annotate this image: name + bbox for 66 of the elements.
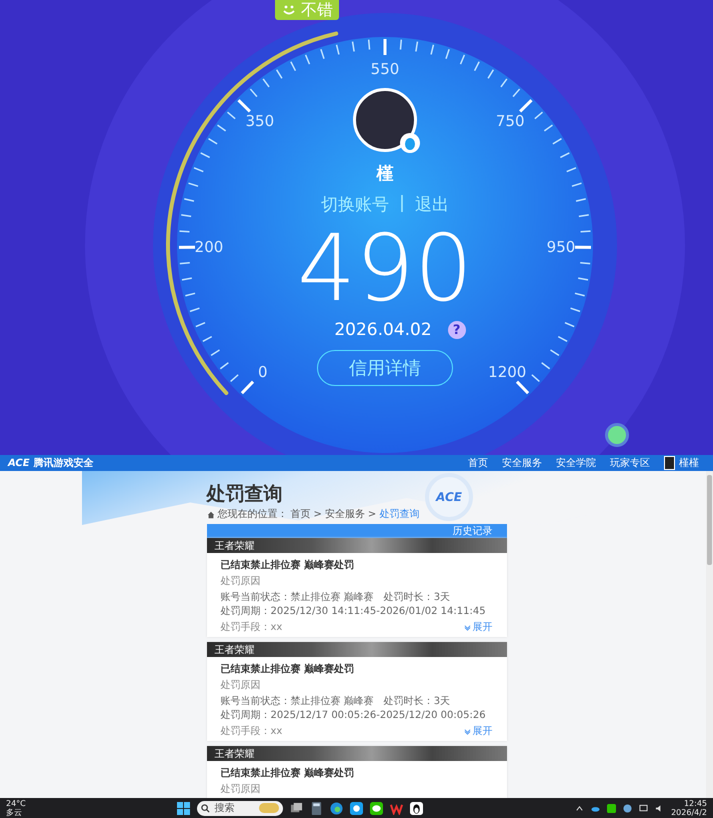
scale-label: 750 (496, 112, 524, 130)
taskbar-search-field[interactable]: 搜索 (197, 800, 284, 816)
scale-label: 550 (370, 60, 400, 78)
browser-icon[interactable] (330, 802, 344, 814)
penalty-period: 处罚周期：2025/12/17 00:05:26-2025/12/20 00:05:26 (220, 708, 486, 722)
penalty-method: 处罚手段：xx (220, 724, 282, 738)
chevron-down-icon (464, 728, 470, 734)
windows-start-icon[interactable] (177, 802, 190, 814)
display-icon[interactable] (639, 804, 648, 812)
expand-link[interactable]: 展开 (464, 620, 492, 634)
breadcrumb-prefix: 您现在的位置： (218, 509, 288, 521)
clock-date: 2026/4/2 (671, 808, 708, 817)
task-view-icon[interactable] (290, 802, 304, 814)
account-status: 账号当前状态：禁止排位赛 巅峰赛 (220, 590, 374, 604)
reason-label: 处罚原因 (220, 574, 262, 588)
breadcrumb-link[interactable]: 首页 (290, 509, 310, 521)
breadcrumb-separator: > (314, 509, 322, 521)
site-name: 腾讯游戏安全 (34, 456, 94, 470)
penalty-duration: 处罚时长：3天 (384, 590, 450, 604)
nav-link[interactable]: 玩家专区 (610, 456, 650, 470)
game-name: 王者荣耀 (214, 540, 254, 552)
account-status: 账号当前状态：禁止排位赛 巅峰赛 (220, 694, 374, 708)
credit-details-button[interactable]: 信用详情 (317, 350, 453, 386)
rating-text: 不错 (301, 0, 333, 20)
credit-score: 490 (297, 226, 473, 312)
nav-link[interactable]: 安全服务 (502, 456, 542, 470)
game-name: 王者荣耀 (214, 644, 254, 656)
chat-app-icon[interactable] (350, 802, 364, 814)
record-title: 已结束禁止排位赛 巅峰赛处罚 (220, 766, 355, 780)
search-icon (201, 804, 210, 812)
reason-label: 处罚原因 (220, 782, 262, 796)
record-title: 已结束禁止排位赛 巅峰赛处罚 (220, 558, 355, 572)
user-name[interactable]: 槿槿 (679, 456, 699, 470)
page-title: 处罚查询 (206, 483, 282, 505)
penalty-period: 处罚周期：2025/12/30 14:11:45-2026/01/02 14:11:45 (220, 604, 486, 618)
scale-label: 950 (546, 238, 576, 256)
user-name: 槿 (376, 163, 394, 185)
reason-label: 处罚原因 (220, 678, 262, 692)
scrollbar-thumb[interactable] (707, 475, 712, 565)
penalty-duration: 处罚时长：3天 (384, 694, 450, 708)
scale-label: 0 (258, 362, 268, 381)
weather-temperature: 24°C (6, 799, 26, 808)
home-icon (206, 511, 214, 519)
scale-label: 200 (194, 238, 224, 256)
clock-time: 12:45 (684, 799, 708, 808)
breadcrumb-link[interactable]: 处罚查询 (379, 509, 420, 521)
scale-label: 1200 (488, 362, 526, 381)
breadcrumb-link[interactable]: 安全服务 (324, 509, 365, 521)
nav-link[interactable]: 安全学院 (556, 456, 596, 470)
chevron-up-icon[interactable] (575, 804, 584, 812)
toolbar-link[interactable]: 历史记录 (452, 524, 492, 538)
record-title: 已结束禁止排位赛 巅峰赛处罚 (220, 662, 355, 676)
calculator-icon[interactable] (310, 802, 324, 814)
game-name: 王者荣耀 (214, 748, 254, 760)
breadcrumb-separator: > (368, 509, 376, 521)
weather-condition: 多云 (6, 808, 23, 817)
penalty-method: 处罚手段：xx (220, 620, 282, 634)
score-date: 2026.04.02 (334, 320, 432, 340)
nav-link[interactable]: 首页 (468, 456, 488, 470)
office-icon[interactable] (390, 802, 404, 814)
expand-link[interactable]: 展开 (464, 724, 492, 738)
scale-label: 350 (246, 112, 274, 130)
logo-mark: ACE (8, 458, 30, 468)
wechat-icon[interactable] (370, 802, 384, 814)
chevron-down-icon (464, 624, 470, 630)
link-separator: | (399, 193, 405, 215)
